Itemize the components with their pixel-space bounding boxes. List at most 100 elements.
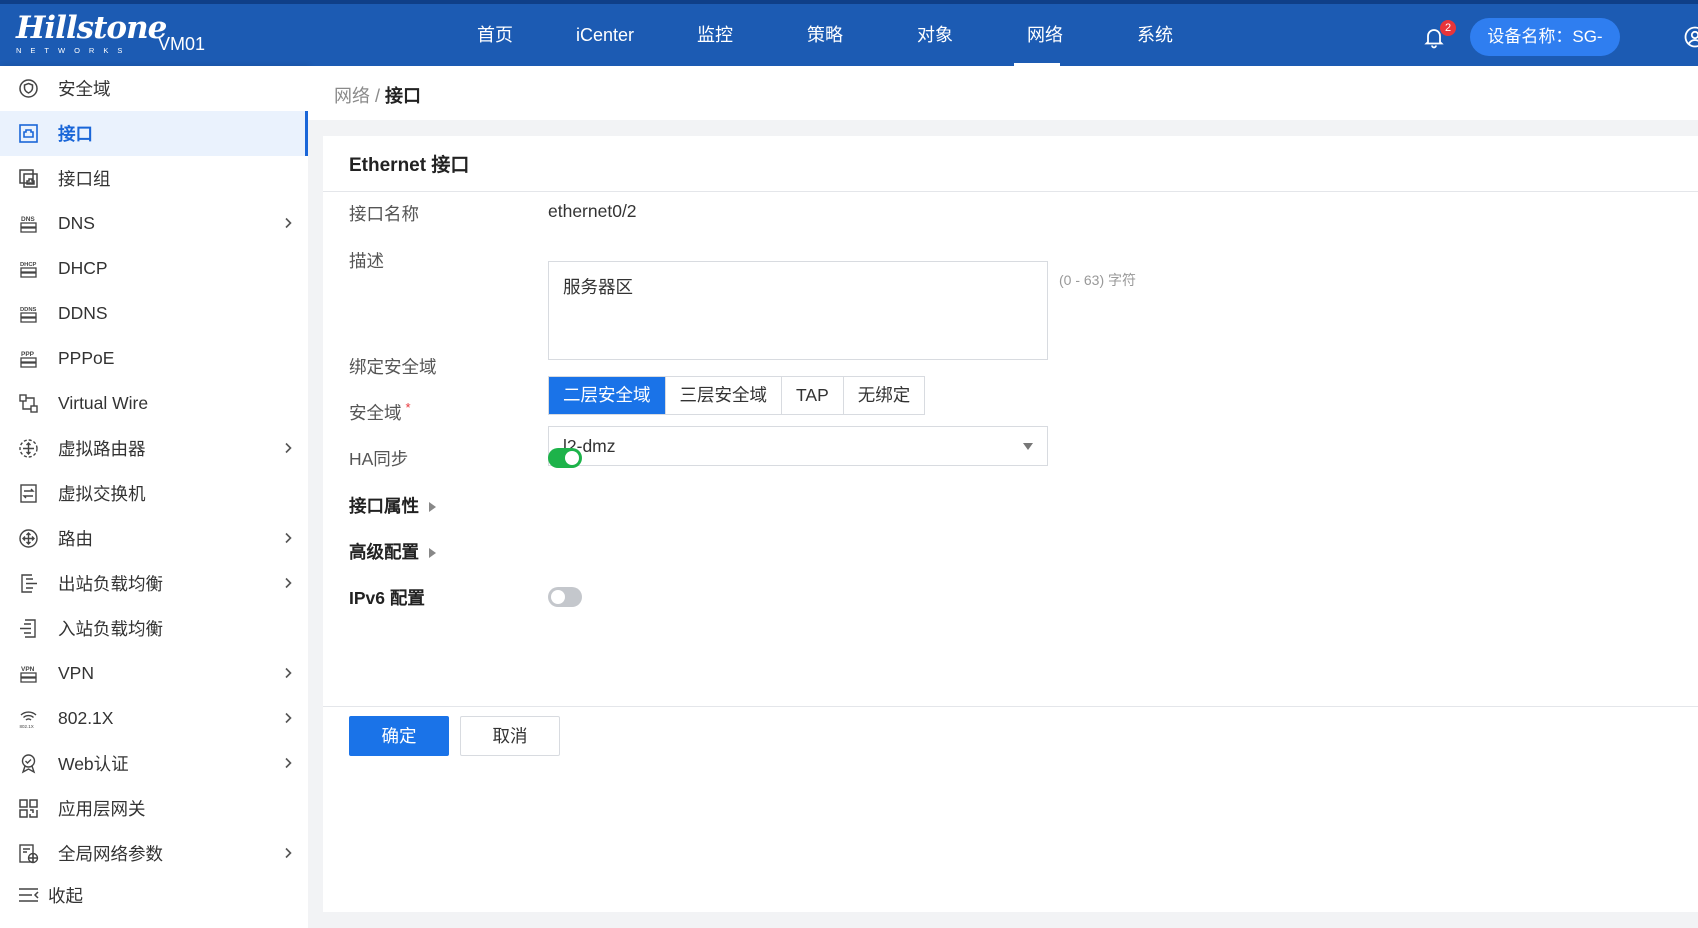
sidebar-item-ddns[interactable]: DDNS DDNS <box>0 291 308 336</box>
divider <box>323 191 1698 192</box>
sidebar-item-virtual-switch[interactable]: 虚拟交换机 <box>0 471 308 516</box>
svg-text:DDNS: DDNS <box>20 307 37 313</box>
sidebar-item-label: 应用层网关 <box>58 799 146 819</box>
breadcrumb: 网络 / 接口 <box>308 66 1698 120</box>
shield-icon <box>19 79 38 98</box>
zone-select[interactable]: l2-dmz <box>548 426 1048 466</box>
caret-down-icon <box>1023 443 1033 450</box>
device-label: VM01 <box>158 34 206 54</box>
chevron-right-icon <box>285 667 292 679</box>
chevron-right-icon <box>285 712 292 724</box>
sidebar-item-label: Virtual Wire <box>58 393 149 413</box>
bind-l2-zone-button[interactable]: 二层安全域 <box>549 377 665 414</box>
nav-monitor[interactable]: 监控 <box>660 4 770 66</box>
sidebar-item-virtual-router[interactable]: 虚拟路由器 <box>0 426 308 471</box>
inbound-lb-icon <box>20 619 36 638</box>
sidebar-item-vpn[interactable]: VPN VPN <box>0 651 308 696</box>
chevron-right-icon <box>285 217 292 229</box>
sidebar-item-label: 安全域 <box>58 79 111 99</box>
confirm-button[interactable]: 确定 <box>349 716 449 756</box>
breadcrumb-parent[interactable]: 网络 <box>334 86 370 106</box>
sidebar-item-app-gateway[interactable]: 应用层网关 <box>0 786 308 831</box>
outbound-lb-icon <box>21 574 37 593</box>
virtual-wire-icon <box>19 394 38 413</box>
section-label: 高级配置 <box>349 542 419 562</box>
nav-objects[interactable]: 对象 <box>880 4 990 66</box>
sidebar-item-label: 全局网络参数 <box>58 844 163 864</box>
chevron-right-icon <box>285 847 292 859</box>
notification-badge: 2 <box>1440 20 1456 36</box>
ha-sync-toggle[interactable] <box>548 448 582 468</box>
sidebar-item-label: 接口组 <box>58 169 111 189</box>
sidebar-item-dhcp[interactable]: DHCP DHCP <box>0 246 308 291</box>
sidebar-item-interface[interactable]: 接口 <box>0 111 308 156</box>
sidebar-item-pppoe[interactable]: PPP PPPoE <box>0 336 308 381</box>
user-icon[interactable] <box>1684 26 1698 48</box>
interface-group-icon <box>19 169 38 188</box>
nav-network[interactable]: 网络 <box>990 4 1100 66</box>
zone-label-text: 安全域 <box>349 403 402 423</box>
sidebar-item-label: 虚拟交换机 <box>58 484 146 504</box>
sidebar-item-dns[interactable]: DNS DNS <box>0 201 308 246</box>
bind-tap-button[interactable]: TAP <box>781 377 843 414</box>
top-bar: Hillstone NETWORKS VM01 首页 iCenter 监控 策略… <box>0 0 1698 84</box>
collapse-label: 收起 <box>48 885 83 906</box>
required-mark: * <box>405 400 411 415</box>
sidebar-item-label: DHCP <box>58 258 108 278</box>
svg-text:DHCP: DHCP <box>20 262 37 268</box>
sidebar: 安全域 接口 接口组 DNS DNS DHCP DHCP DDNS DDNS P… <box>0 66 308 928</box>
sidebar-collapse-button[interactable]: 收起 <box>0 878 308 912</box>
sidebar-item-label: PPPoE <box>58 348 115 368</box>
sidebar-item-label: 路由 <box>58 529 93 549</box>
virtual-switch-icon <box>20 484 37 503</box>
nav-system[interactable]: 系统 <box>1100 4 1210 66</box>
sidebar-item-virtual-wire[interactable]: Virtual Wire <box>0 381 308 426</box>
brand-logo[interactable]: Hillstone NETWORKS <box>16 12 167 55</box>
nav-policy[interactable]: 策略 <box>770 4 880 66</box>
sidebar-item-label: 接口 <box>58 124 93 144</box>
route-icon <box>19 529 38 548</box>
panel-title: Ethernet 接口 <box>349 155 470 176</box>
ha-sync-label: HA同步 <box>349 449 409 469</box>
bind-l3-zone-button[interactable]: 三层安全域 <box>664 377 781 414</box>
svg-text:PPP: PPP <box>21 351 35 358</box>
chevron-right-icon <box>285 532 292 544</box>
sidebar-item-route[interactable]: 路由 <box>0 516 308 561</box>
breadcrumb-path: 网络 / 接口 <box>334 82 421 108</box>
interface-properties-toggle[interactable]: 接口属性 <box>349 493 436 518</box>
breadcrumb-current: 接口 <box>385 86 422 106</box>
sidebar-item-outbound-lb[interactable]: 出站负载均衡 <box>0 561 308 606</box>
sidebar-item-zone[interactable]: 安全域 <box>0 66 308 111</box>
description-textarea[interactable]: 服务器区 <box>548 261 1048 360</box>
chevron-right-icon <box>285 577 292 589</box>
toggle-knob <box>551 590 565 604</box>
sidebar-item-label: 出站负载均衡 <box>58 574 163 594</box>
chevron-right-icon <box>285 442 292 454</box>
collapse-icon <box>19 888 39 902</box>
description-label: 描述 <box>349 251 384 271</box>
nav-home[interactable]: 首页 <box>440 4 550 66</box>
sidebar-item-global-network[interactable]: 全局网络参数 <box>0 831 308 876</box>
sidebar-item-inbound-lb[interactable]: 入站负载均衡 <box>0 606 308 651</box>
svg-text:802.1X: 802.1X <box>20 724 34 729</box>
sidebar-item-web-auth[interactable]: Web认证 <box>0 741 308 786</box>
cancel-button[interactable]: 取消 <box>460 716 560 756</box>
zone-label: 安全域 * <box>349 400 411 425</box>
ethernet-interface-panel: Ethernet 接口 接口名称 ethernet0/2 描述 服务器区 (0 … <box>323 136 1698 912</box>
bind-none-button[interactable]: 无绑定 <box>842 377 925 414</box>
sidebar-item-label: DDNS <box>58 303 108 323</box>
sidebar-item-interface-group[interactable]: 接口组 <box>0 156 308 201</box>
interface-name-value: ethernet0/2 <box>548 201 637 221</box>
ipv6-toggle[interactable] <box>548 587 582 607</box>
sidebar-item-8021x[interactable]: 802.1X 802.1X <box>0 696 308 741</box>
advanced-config-toggle[interactable]: 高级配置 <box>349 539 436 564</box>
ipv6-config-label: IPv6 配置 <box>349 588 425 608</box>
global-network-icon <box>19 844 39 864</box>
device-name-pill[interactable]: 设备名称：SG-6000 <box>1470 18 1620 84</box>
sidebar-item-label: VPN <box>58 663 94 683</box>
sidebar-item-label: Web认证 <box>58 754 129 774</box>
divider <box>323 706 1698 707</box>
dns-icon: DNS <box>20 216 37 233</box>
nav-icenter[interactable]: iCenter <box>550 4 660 66</box>
sidebar-item-label: 入站负载均衡 <box>58 619 163 639</box>
